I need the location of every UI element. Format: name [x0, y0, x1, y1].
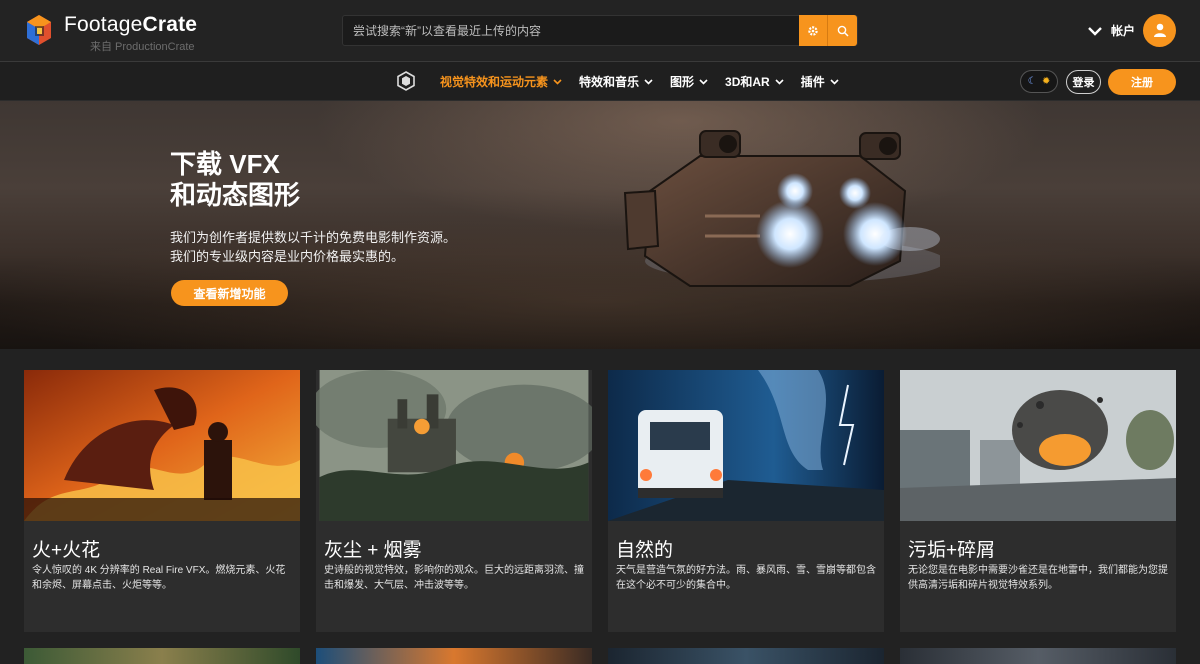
search-button[interactable] [828, 15, 857, 46]
chevron-down-icon [553, 78, 562, 85]
whats-new-button[interactable]: 查看新增功能 [171, 280, 288, 306]
logo-wordmark: FootageCrate [64, 13, 198, 36]
category-cards-row-2 [24, 648, 1176, 664]
card-description: 令人惊叹的 4K 分辨率的 Real Fire VFX。燃烧元素、火花和余烬、屏… [32, 565, 286, 591]
sun-icon: ✹ [1041, 76, 1051, 87]
search-bar [342, 15, 858, 46]
avatar[interactable] [1143, 14, 1176, 47]
hero-description: 我们为创作者提供数以千计的免费电影制作资源。 我们的专业级内容是业内价格最实惠的… [170, 230, 457, 264]
user-icon [1153, 23, 1166, 37]
hero-banner: 下载 VFX 和动态图形 我们为创作者提供数以千计的免费电影制作资源。 我们的专… [0, 101, 1200, 349]
signup-button[interactable]: 注册 [1108, 69, 1176, 95]
crate-logo-icon[interactable] [397, 71, 415, 91]
nav-item-plugins[interactable]: 插件 [801, 73, 839, 90]
search-input[interactable] [343, 16, 799, 45]
category-card-partial[interactable] [24, 648, 300, 664]
moon-icon: ☾ [1027, 76, 1037, 87]
chevron-down-icon [644, 78, 653, 85]
logo-subtitle: 来自 ProductionCrate [90, 41, 195, 53]
search-settings-button[interactable] [799, 15, 828, 46]
chevron-down-icon [1088, 26, 1102, 36]
category-card-fire[interactable]: 火+火花 令人惊叹的 4K 分辨率的 Real Fire VFX。燃烧元素、火花… [24, 370, 300, 632]
category-cards: 火+火花 令人惊叹的 4K 分辨率的 Real Fire VFX。燃烧元素、火花… [24, 370, 1176, 632]
top-header: FootageCrate 来自 ProductionCrate 帐户 [0, 0, 1200, 62]
hero-background [0, 101, 1200, 349]
category-card-dust-smoke[interactable]: 灰尘 + 烟雾 史诗般的视觉特效，影响你的观众。巨大的远距离羽流、撞击和爆发、大… [316, 370, 592, 632]
card-description: 天气是营造气氛的好方法。雨、暴风雨、雪、雪崩等都包含在这个必不可少的集合中。 [616, 565, 876, 591]
chevron-down-icon [775, 78, 784, 85]
footagecrate-logo-icon [27, 15, 51, 45]
category-card-partial[interactable] [608, 648, 884, 664]
theme-toggle[interactable]: ☾ ✹ [1020, 70, 1058, 93]
category-card-nature[interactable]: 自然的 天气是营造气氛的好方法。雨、暴风雨、雪、雪崩等都包含在这个必不可少的集合… [608, 370, 884, 632]
card-description: 史诗般的视觉特效，影响你的观众。巨大的远距离羽流、撞击和爆发、大气层、冲击波等等… [324, 565, 584, 591]
castle-smoke-thumbnail [316, 370, 592, 521]
explosion-debris-thumbnail [900, 370, 1176, 521]
category-card-partial[interactable] [900, 648, 1176, 664]
chevron-down-icon [830, 78, 839, 85]
account-menu[interactable]: 帐户 [1087, 14, 1176, 47]
site-logo[interactable]: FootageCrate 来自 ProductionCrate [26, 14, 197, 54]
nav-item-vfx[interactable]: 视觉特效和运动元素 [440, 73, 562, 90]
card-title: 灰尘 + 烟雾 [324, 540, 422, 561]
gear-icon [808, 25, 818, 36]
nav-item-sfx-music[interactable]: 特效和音乐 [579, 73, 653, 90]
main-nav: 视觉特效和运动元素 特效和音乐 图形 3D和AR 插件 ☾ ✹ 登录 注册 [0, 62, 1200, 101]
card-title: 自然的 [616, 540, 674, 561]
login-button[interactable]: 登录 [1066, 70, 1101, 94]
spaceship-illustration [623, 130, 940, 287]
tornado-van-thumbnail [608, 370, 884, 521]
account-label: 帐户 [1110, 24, 1135, 38]
card-title: 火+火花 [32, 540, 101, 561]
chevron-down-icon [699, 78, 708, 85]
nav-item-3d-ar[interactable]: 3D和AR [725, 73, 784, 90]
fire-dragon-thumbnail [24, 370, 300, 521]
card-description: 无论您是在电影中需要沙雀还是在地雷中，我们都能为您提供高清污垢和碎片视觉特效系列… [908, 565, 1168, 591]
category-card-partial[interactable] [316, 648, 592, 664]
category-card-dirt-debris[interactable]: 污垢+碎屑 无论您是在电影中需要沙雀还是在地雷中，我们都能为您提供高清污垢和碎片… [900, 370, 1176, 632]
card-title: 污垢+碎屑 [908, 540, 996, 561]
hero-title: 下载 VFX 和动态图形 [170, 149, 301, 210]
nav-item-graphics[interactable]: 图形 [670, 73, 708, 90]
search-icon [837, 25, 849, 37]
